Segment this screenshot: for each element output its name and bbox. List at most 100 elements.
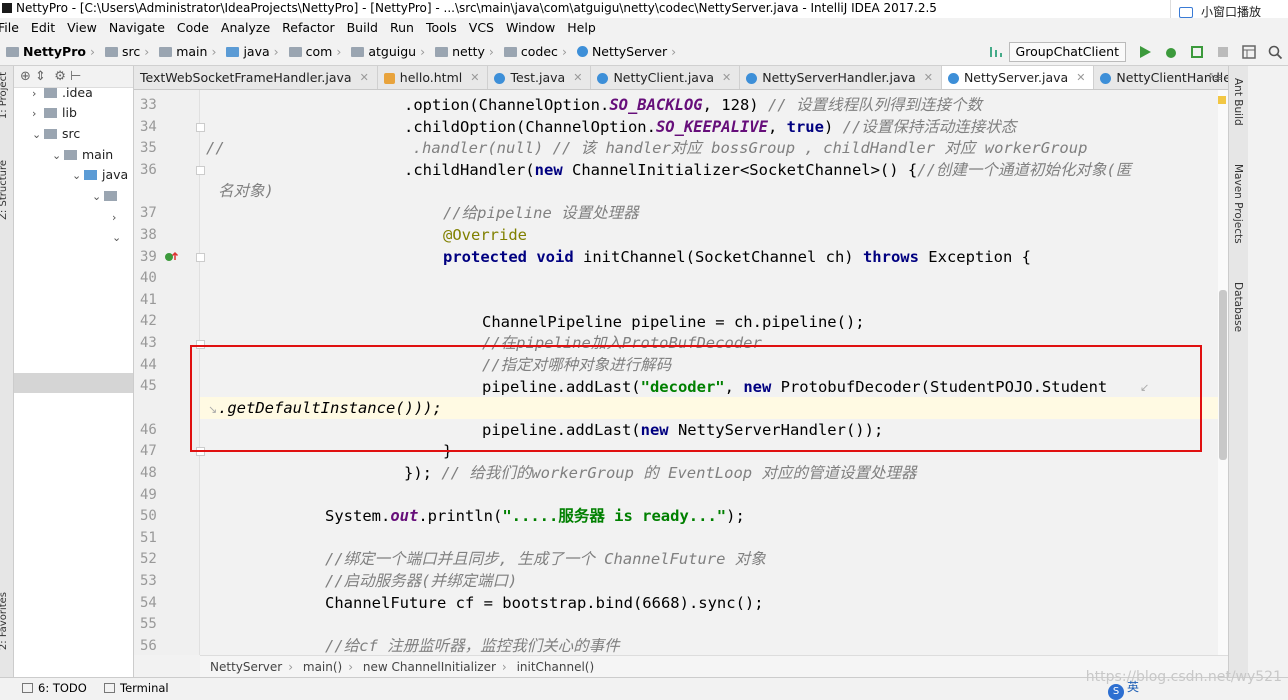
tab-nettyclient[interactable]: NettyClient.java ✕ [591, 66, 741, 89]
code-line-36-wrap[interactable]: 名对象) [218, 181, 274, 201]
code-line-34[interactable]: .childOption(ChannelOption.SO_KEEPALIVE,… [404, 117, 1016, 137]
crumb-netty[interactable]: netty › [429, 44, 494, 59]
menu-build[interactable]: Build [347, 18, 384, 38]
maven-projects-tool-tab[interactable]: Maven Projects [1232, 164, 1244, 244]
editor-scrollbar[interactable] [1218, 90, 1228, 655]
menu-refactor[interactable]: Refactor [282, 18, 340, 38]
hide-icon[interactable]: ⊢ [70, 69, 81, 84]
run-icon[interactable] [1137, 44, 1153, 60]
close-icon[interactable]: ✕ [1076, 66, 1085, 89]
code-line-33[interactable]: .option(ChannelOption.SO_BACKLOG, 128) /… [404, 95, 982, 115]
code-line-42[interactable]: ChannelPipeline pipeline = ch.pipeline()… [482, 312, 865, 332]
collapse-icon[interactable]: ⇕ [35, 69, 46, 84]
run-configuration-select[interactable]: GroupChatClient [1008, 42, 1126, 62]
ant-build-tool-tab[interactable]: Ant Build [1232, 78, 1244, 126]
menu-tools[interactable]: Tools [426, 18, 463, 38]
menu-navigate[interactable]: Navigate [109, 18, 171, 38]
crumb-nettyserver[interactable]: NettyServer [210, 660, 282, 674]
gear-icon[interactable]: ⚙ [54, 69, 66, 84]
tree-item-java[interactable]: ⌄ java [72, 165, 128, 185]
structure-tool-tab[interactable]: Z: Structure [0, 160, 9, 220]
fold-marker[interactable] [196, 340, 205, 349]
crumb-initchannel[interactable]: initChannel() [517, 660, 595, 674]
project-structure-icon[interactable] [1241, 44, 1257, 60]
menu-edit[interactable]: Edit [31, 18, 61, 38]
code-line-39[interactable]: protected void initChannel(SocketChannel… [443, 247, 1031, 267]
menu-window[interactable]: Window [506, 18, 561, 38]
tab-textwebsocketframehandler[interactable]: TextWebSocketFrameHandler.java ✕ [134, 66, 378, 89]
close-icon[interactable]: ✕ [470, 66, 479, 89]
code-line-37[interactable]: //给pipeline 设置处理器 [443, 203, 639, 223]
tab-test-java[interactable]: Test.java ✕ [488, 66, 592, 89]
todo-tool-tab[interactable]: 6: TODO [22, 678, 87, 698]
stop-icon[interactable] [1215, 44, 1231, 60]
override-marker-icon[interactable] [164, 250, 180, 264]
close-icon[interactable]: ✕ [924, 66, 933, 89]
fold-marker[interactable] [196, 447, 205, 456]
code-line-54[interactable]: ChannelFuture cf = bootstrap.bind(6668).… [325, 593, 764, 613]
database-tool-tab[interactable]: Database [1232, 282, 1244, 332]
close-icon[interactable]: ✕ [722, 66, 731, 89]
menu-code[interactable]: Code [177, 18, 215, 38]
close-icon[interactable]: ✕ [573, 66, 582, 89]
fold-marker[interactable] [196, 123, 205, 132]
build-icon[interactable] [988, 44, 1004, 60]
crumb-java[interactable]: java › [220, 44, 279, 59]
crumb-channel-initializer[interactable]: new ChannelInitializer [363, 660, 496, 674]
code-line-44[interactable]: //指定对哪种对象进行解码 [482, 355, 671, 375]
code-line-35[interactable]: //.handler(null) // 该 handler对应 bossGrou… [206, 138, 1087, 158]
code-line-38[interactable]: @Override [443, 225, 527, 245]
code-line-48[interactable]: }); // 给我们的workerGroup 的 EventLoop 对应的管道… [404, 463, 916, 483]
crumb-main-method[interactable]: main() [303, 660, 342, 674]
menu-analyze[interactable]: Analyze [221, 18, 276, 38]
crumb-atguigu[interactable]: atguigu › [345, 44, 425, 59]
code-line-47[interactable]: } [443, 441, 452, 461]
ime-indicator[interactable]: S英 [1108, 677, 1139, 700]
tree-item-src[interactable]: ⌄ src [32, 124, 80, 144]
code-line-56[interactable]: //给cf 注册监听器，监控我们关心的事件 [325, 636, 620, 656]
menu-help[interactable]: Help [567, 18, 602, 38]
code-line-50[interactable]: System.out.println(".....服务器 is ready...… [325, 506, 745, 526]
debug-icon[interactable] [1163, 44, 1179, 60]
code-line-45[interactable]: pipeline.addLast("decoder", new Protobuf… [482, 377, 1107, 397]
tab-nettyserverhandler[interactable]: NettyServerHandler.java ✕ [740, 66, 942, 89]
mini-window-label: 小窗口播放 [1201, 5, 1262, 19]
tabs-overflow-icon[interactable]: ⁵≡ [1204, 66, 1228, 89]
crumb-main[interactable]: main › [153, 44, 216, 59]
tree-item-package[interactable]: ⌄ [92, 186, 122, 206]
tree-item-collapsed[interactable]: › [112, 207, 124, 227]
crumb-src[interactable]: src › [99, 44, 149, 59]
terminal-tool-tab[interactable]: Terminal [104, 678, 169, 698]
tree-item-main[interactable]: ⌄ main [52, 145, 113, 165]
menu-run[interactable]: Run [390, 18, 420, 38]
fold-marker[interactable] [196, 166, 205, 175]
menu-view[interactable]: View [67, 18, 103, 38]
favorites-tool-tab[interactable]: 2: Favorites [0, 592, 9, 650]
tree-item-idea[interactable]: › .idea [32, 83, 93, 103]
menu-vcs[interactable]: VCS [469, 18, 500, 38]
project-tool-tab[interactable]: 1: Project [0, 72, 9, 119]
code-line-45-wrap[interactable]: .getDefaultInstance())); [218, 398, 442, 418]
coverage-icon[interactable] [1189, 44, 1205, 60]
close-icon[interactable]: ✕ [360, 66, 369, 89]
crumb-project[interactable]: NettyPro › [0, 44, 95, 59]
code-line-43[interactable]: //在pipeline加入ProtoBufDecoder [482, 333, 762, 353]
code-line-46[interactable]: pipeline.addLast(new NettyServerHandler(… [482, 420, 883, 440]
warning-marker-icon[interactable] [1218, 96, 1226, 104]
code-line-36[interactable]: .childHandler(new ChannelInitializer<Soc… [404, 160, 1131, 180]
tree-item-lib[interactable]: › lib [32, 103, 77, 123]
crumb-com[interactable]: com › [283, 44, 341, 59]
search-icon[interactable] [1267, 44, 1283, 60]
scrollbar-thumb[interactable] [1219, 290, 1227, 460]
code-line-53[interactable]: //启动服务器(并绑定端口) [325, 571, 517, 591]
sync-icon[interactable]: ⊕ [20, 69, 31, 84]
crumb-class[interactable]: NettyServer › [571, 44, 676, 59]
tab-nettyserver[interactable]: NettyServer.java ✕ [941, 66, 1095, 89]
editor-breadcrumbs: NettyServer › main() › new ChannelInitiali… [200, 655, 1228, 677]
code-line-52[interactable]: //绑定一个端口并且同步, 生成了一个 ChannelFuture 对象 [325, 549, 766, 569]
fold-marker[interactable] [196, 253, 205, 262]
crumb-codec[interactable]: codec › [498, 44, 567, 59]
tree-item-expanded[interactable]: ⌄ [112, 227, 124, 247]
menu-file[interactable]: File [0, 18, 25, 38]
tab-hello-html[interactable]: hello.html ✕ [378, 66, 489, 89]
